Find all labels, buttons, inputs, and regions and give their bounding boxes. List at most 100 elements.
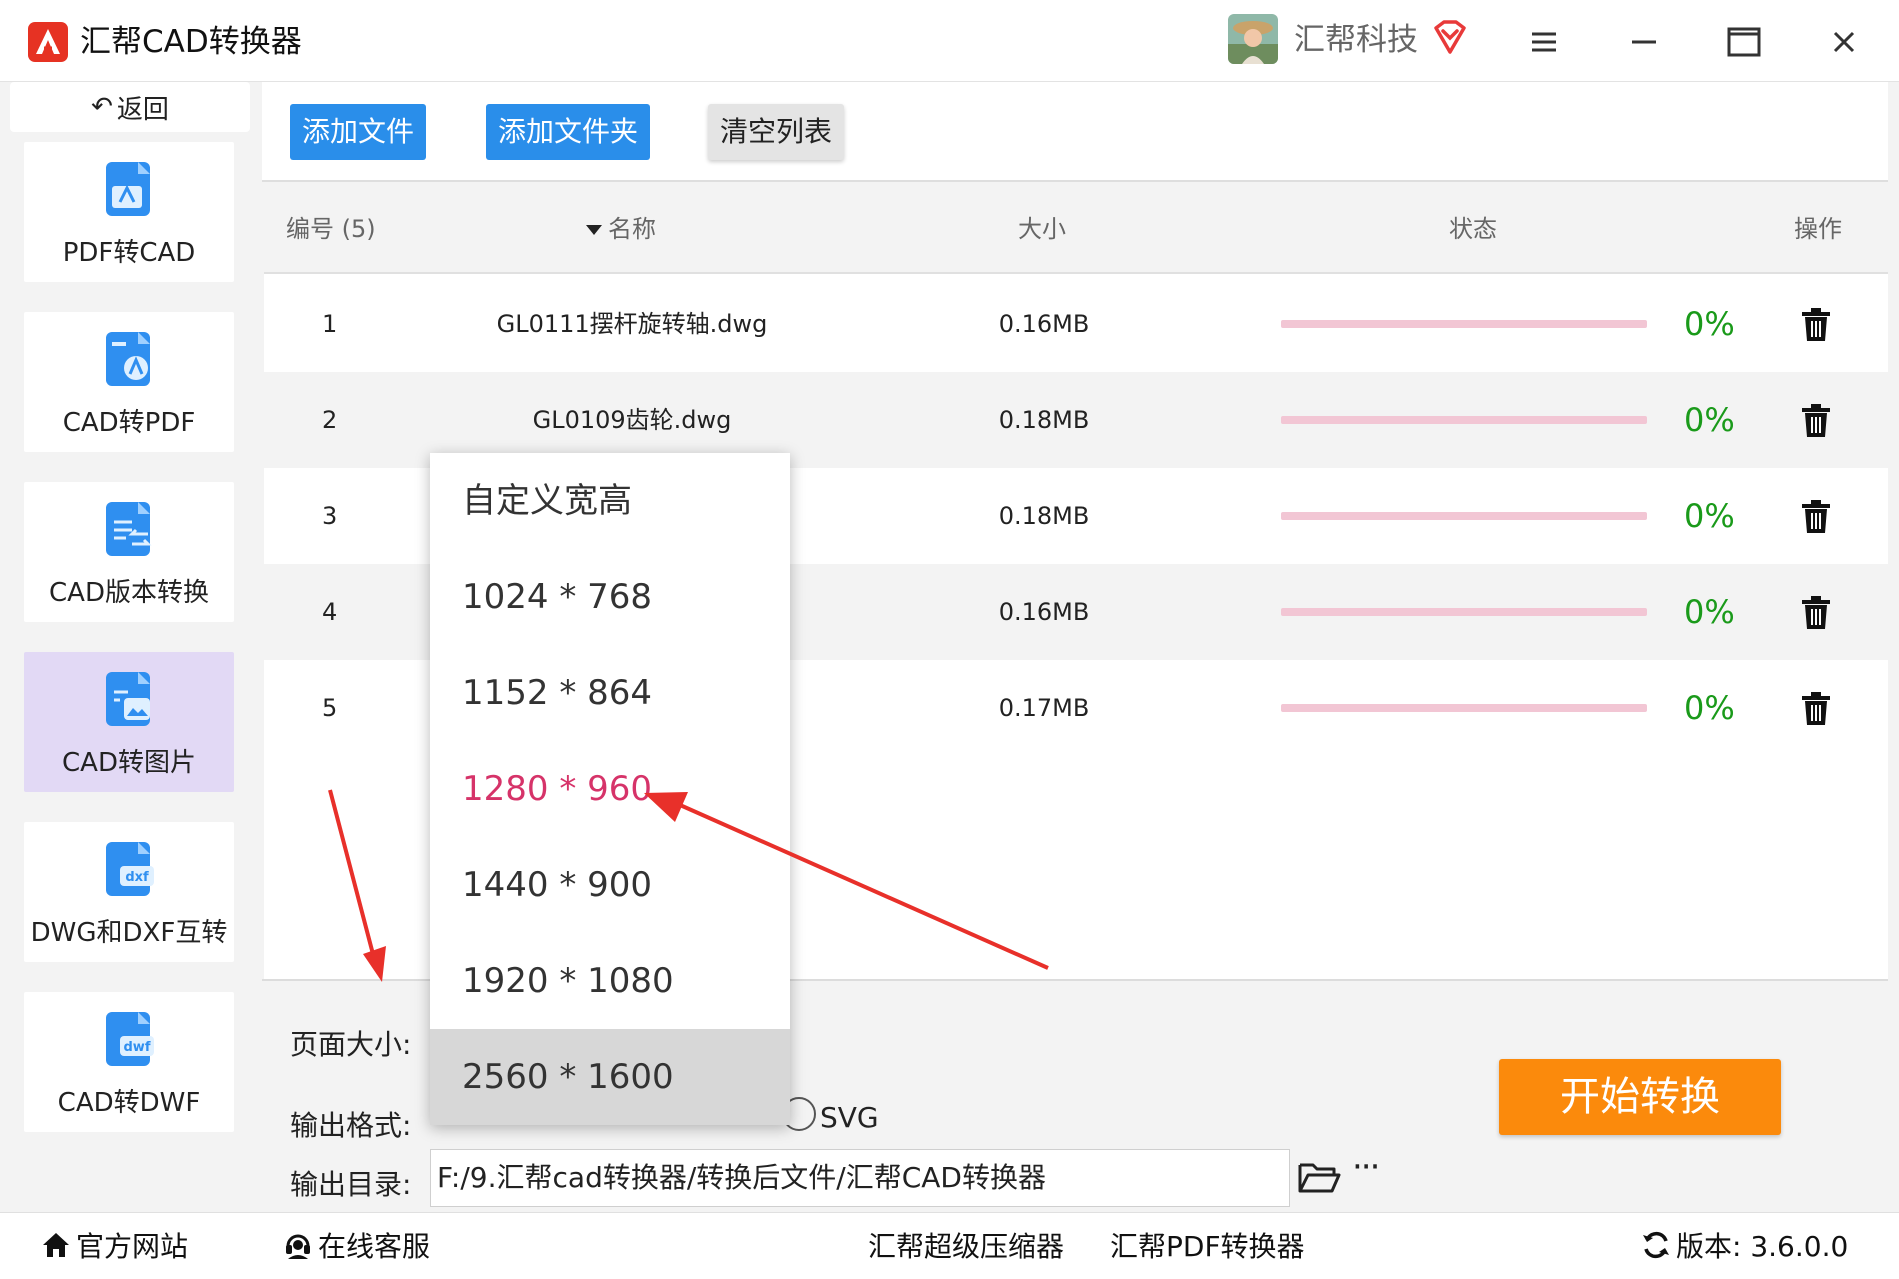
version-label: 版本: 3.6.0.0 bbox=[1676, 1230, 1849, 1263]
progress-bar bbox=[1281, 416, 1647, 424]
sidebar: ↶ 返回 PDF转CAD CAD转PDF CAD版本转换 CAD转图片 dxf … bbox=[0, 82, 258, 1212]
back-label: 返回 bbox=[116, 94, 169, 125]
progress-bar bbox=[1281, 704, 1647, 712]
row-index: 1 bbox=[322, 310, 338, 338]
sidebar-item-label: PDF转CAD bbox=[62, 238, 196, 268]
sidebar-item-pdf-to-cad[interactable]: PDF转CAD bbox=[24, 142, 234, 282]
sidebar-item-cad-to-image[interactable]: CAD转图片 bbox=[24, 652, 234, 792]
table-row[interactable]: 1 GL0111摆杆旋转轴.dwg 0.16MB 0% bbox=[264, 276, 1888, 372]
official-website-label: 官方网站 bbox=[76, 1230, 189, 1263]
column-header-action: 操作 bbox=[1794, 215, 1842, 243]
refresh-icon bbox=[1643, 1231, 1669, 1259]
page-size-option[interactable]: 1152 * 864 bbox=[430, 645, 790, 741]
row-file-size: 0.16MB bbox=[998, 310, 1090, 338]
column-header-index[interactable]: 编号 (5) bbox=[286, 184, 376, 274]
progress-bar bbox=[1281, 608, 1647, 616]
official-website-link[interactable]: 官方网站 bbox=[40, 1213, 188, 1279]
row-index: 5 bbox=[322, 694, 338, 722]
pdf-converter-link[interactable]: 汇帮PDF转换器 bbox=[1110, 1213, 1305, 1279]
user-name[interactable]: 汇帮科技 bbox=[1294, 20, 1418, 60]
sidebar-item-label: CAD转DWF bbox=[57, 1088, 201, 1118]
sidebar-item-cad-version[interactable]: CAD版本转换 bbox=[24, 482, 234, 622]
minimize-icon[interactable] bbox=[1622, 20, 1666, 64]
folder-open-icon[interactable] bbox=[1297, 1157, 1341, 1197]
online-support-link[interactable]: 在线客服 bbox=[282, 1213, 430, 1279]
footer: 官方网站 在线客服 汇帮超级压缩器 汇帮PDF转换器 版本: 3.6.0.0 bbox=[0, 1212, 1899, 1279]
progress-percent: 0% bbox=[1684, 689, 1735, 727]
compressor-link[interactable]: 汇帮超级压缩器 bbox=[868, 1213, 1064, 1279]
user-avatar[interactable] bbox=[1228, 14, 1278, 64]
page-size-option[interactable]: 1440 * 900 bbox=[430, 837, 790, 933]
maximize-icon[interactable] bbox=[1722, 20, 1766, 64]
app-logo-icon bbox=[28, 22, 68, 62]
delete-icon[interactable] bbox=[1796, 304, 1836, 344]
sidebar-item-label: CAD版本转换 bbox=[49, 578, 209, 608]
online-support-label: 在线客服 bbox=[318, 1230, 431, 1263]
sidebar-item-cad-to-pdf[interactable]: CAD转PDF bbox=[24, 312, 234, 452]
column-header-status: 状态 bbox=[1449, 215, 1497, 243]
progress-percent: 0% bbox=[1684, 593, 1735, 631]
home-icon bbox=[43, 1233, 69, 1257]
output-format-label: 输出格式: bbox=[290, 1109, 412, 1142]
page-size-option-hovered[interactable]: 2560 * 1600 bbox=[430, 1029, 790, 1125]
version-info[interactable]: 版本: 3.6.0.0 bbox=[1640, 1213, 1848, 1279]
row-index: 4 bbox=[322, 598, 338, 626]
column-header-name-label: 名称 bbox=[608, 215, 656, 243]
page-size-option[interactable]: 1024 * 768 bbox=[430, 549, 790, 645]
cad-to-pdf-icon bbox=[106, 332, 150, 386]
sidebar-item-dwg-dxf[interactable]: dxf DWG和DXF互转 bbox=[24, 822, 234, 962]
page-size-option-selected[interactable]: 1280 * 960 bbox=[430, 741, 790, 837]
output-dir-field[interactable]: F:/9.汇帮cad转换器/转换后文件/汇帮CAD转换器 bbox=[430, 1149, 1290, 1207]
delete-icon[interactable] bbox=[1796, 400, 1836, 440]
sidebar-item-label: CAD转图片 bbox=[62, 748, 196, 778]
close-icon[interactable] bbox=[1822, 20, 1866, 64]
row-file-size: 0.16MB bbox=[998, 598, 1090, 626]
delete-icon[interactable] bbox=[1796, 592, 1836, 632]
cad-to-dwf-icon: dwf bbox=[106, 1012, 154, 1066]
row-file-name: GL0111摆杆旋转轴.dwg bbox=[496, 310, 768, 338]
row-index: 3 bbox=[322, 502, 338, 530]
progress-percent: 0% bbox=[1684, 305, 1735, 343]
row-index: 2 bbox=[322, 406, 338, 434]
page-size-option[interactable]: 自定义宽高 bbox=[430, 453, 790, 549]
back-arrow-icon: ↶ bbox=[91, 92, 113, 122]
svg-format-label[interactable]: SVG bbox=[820, 1101, 879, 1134]
more-options-icon[interactable]: ··· bbox=[1352, 1147, 1380, 1187]
column-header-name[interactable]: 名称 bbox=[586, 184, 656, 274]
output-dir-label: 输出目录: bbox=[290, 1168, 412, 1201]
progress-percent: 0% bbox=[1684, 497, 1735, 535]
cad-to-image-icon bbox=[106, 672, 150, 726]
sidebar-item-label: CAD转PDF bbox=[62, 408, 196, 438]
dwg-dxf-icon: dxf bbox=[106, 842, 154, 896]
row-file-size: 0.17MB bbox=[998, 694, 1090, 722]
row-file-size: 0.18MB bbox=[998, 502, 1090, 530]
toolbar: 添加文件 添加文件夹 清空列表 bbox=[262, 82, 1888, 182]
progress-bar bbox=[1281, 320, 1647, 328]
svg-text:dxf: dxf bbox=[125, 870, 149, 885]
add-file-button[interactable]: 添加文件 bbox=[290, 104, 426, 160]
sort-desc-icon bbox=[586, 225, 602, 235]
column-header-size[interactable]: 大小 bbox=[1018, 184, 1066, 274]
svg-text:dwf: dwf bbox=[124, 1040, 151, 1055]
sidebar-item-cad-to-dwf[interactable]: dwf CAD转DWF bbox=[24, 992, 234, 1132]
clear-list-button[interactable]: 清空列表 bbox=[708, 104, 844, 160]
progress-percent: 0% bbox=[1684, 401, 1735, 439]
app-title: 汇帮CAD转换器 bbox=[80, 24, 302, 60]
title-bar: 汇帮CAD转换器 汇帮科技 bbox=[0, 0, 1899, 82]
start-convert-button[interactable]: 开始转换 bbox=[1499, 1059, 1781, 1135]
progress-bar bbox=[1281, 512, 1647, 520]
page-size-label: 页面大小: bbox=[290, 1028, 412, 1061]
page-size-option[interactable]: 1920 * 1080 bbox=[430, 933, 790, 1029]
delete-icon[interactable] bbox=[1796, 496, 1836, 536]
back-button[interactable]: ↶ 返回 bbox=[10, 82, 250, 132]
row-file-size: 0.18MB bbox=[998, 406, 1090, 434]
menu-icon[interactable] bbox=[1522, 20, 1566, 64]
table-header: 编号 (5) 名称 大小 状态 操作 bbox=[264, 184, 1888, 274]
sidebar-item-label: DWG和DXF互转 bbox=[30, 918, 228, 948]
vip-diamond-icon[interactable] bbox=[1430, 18, 1470, 58]
cad-version-icon bbox=[106, 502, 152, 556]
headset-icon bbox=[286, 1234, 310, 1259]
delete-icon[interactable] bbox=[1796, 688, 1836, 728]
page-size-dropdown[interactable]: 自定义宽高 1024 * 768 1152 * 864 1280 * 960 1… bbox=[430, 453, 790, 1125]
add-folder-button[interactable]: 添加文件夹 bbox=[486, 104, 650, 160]
